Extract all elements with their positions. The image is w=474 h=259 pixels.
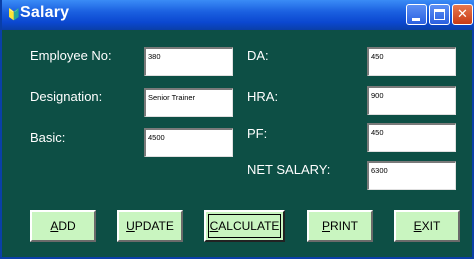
hra-field[interactable]: 900 xyxy=(367,86,456,115)
update-button[interactable]: UPDATE xyxy=(117,210,183,242)
exit-button-accel: E xyxy=(413,219,422,233)
basic-label: Basic: xyxy=(30,130,66,145)
maximize-icon xyxy=(434,9,445,20)
minimize-icon xyxy=(412,18,420,21)
maximize-button[interactable] xyxy=(429,4,450,25)
exit-button[interactable]: EXIT xyxy=(394,210,460,242)
salary-window: 🔰 Salary ✕ Employee No: 380 Designation:… xyxy=(0,0,474,259)
calculate-button-accel: C xyxy=(209,219,219,233)
update-button-accel: U xyxy=(126,219,135,233)
calculate-button-label: ALCULATE xyxy=(218,219,280,233)
print-button-accel: P xyxy=(321,219,330,233)
add-button-label: DD xyxy=(58,219,76,233)
designation-field[interactable]: Senior Trainer xyxy=(144,88,233,117)
hra-label: HRA: xyxy=(247,89,279,104)
print-button-label: RINT xyxy=(330,219,358,233)
minimize-button[interactable] xyxy=(406,4,427,25)
designation-label: Designation: xyxy=(30,89,103,104)
close-button[interactable]: ✕ xyxy=(452,4,473,25)
pf-field[interactable]: 450 xyxy=(367,123,456,152)
exit-button-label: XIT xyxy=(421,219,441,233)
net-salary-label: NET SALARY: xyxy=(247,162,331,177)
calculate-button[interactable]: CALCULATE xyxy=(204,210,285,242)
add-button[interactable]: ADD xyxy=(30,210,96,242)
da-label: DA: xyxy=(247,48,269,63)
da-field[interactable]: 450 xyxy=(367,47,456,76)
net-salary-field[interactable]: 6300 xyxy=(367,161,456,190)
print-button[interactable]: PRINT xyxy=(307,210,373,242)
pf-label: PF: xyxy=(247,126,268,141)
window-title: Salary xyxy=(20,4,70,21)
employee-no-label: Employee No: xyxy=(30,48,112,63)
title-bar[interactable]: 🔰 Salary ✕ xyxy=(2,0,474,30)
employee-no-field[interactable]: 380 xyxy=(144,47,233,76)
close-icon: ✕ xyxy=(457,7,468,22)
update-button-label: PDATE xyxy=(134,219,174,233)
app-icon[interactable]: 🔰 xyxy=(7,8,21,21)
basic-field[interactable]: 4500 xyxy=(144,128,233,157)
